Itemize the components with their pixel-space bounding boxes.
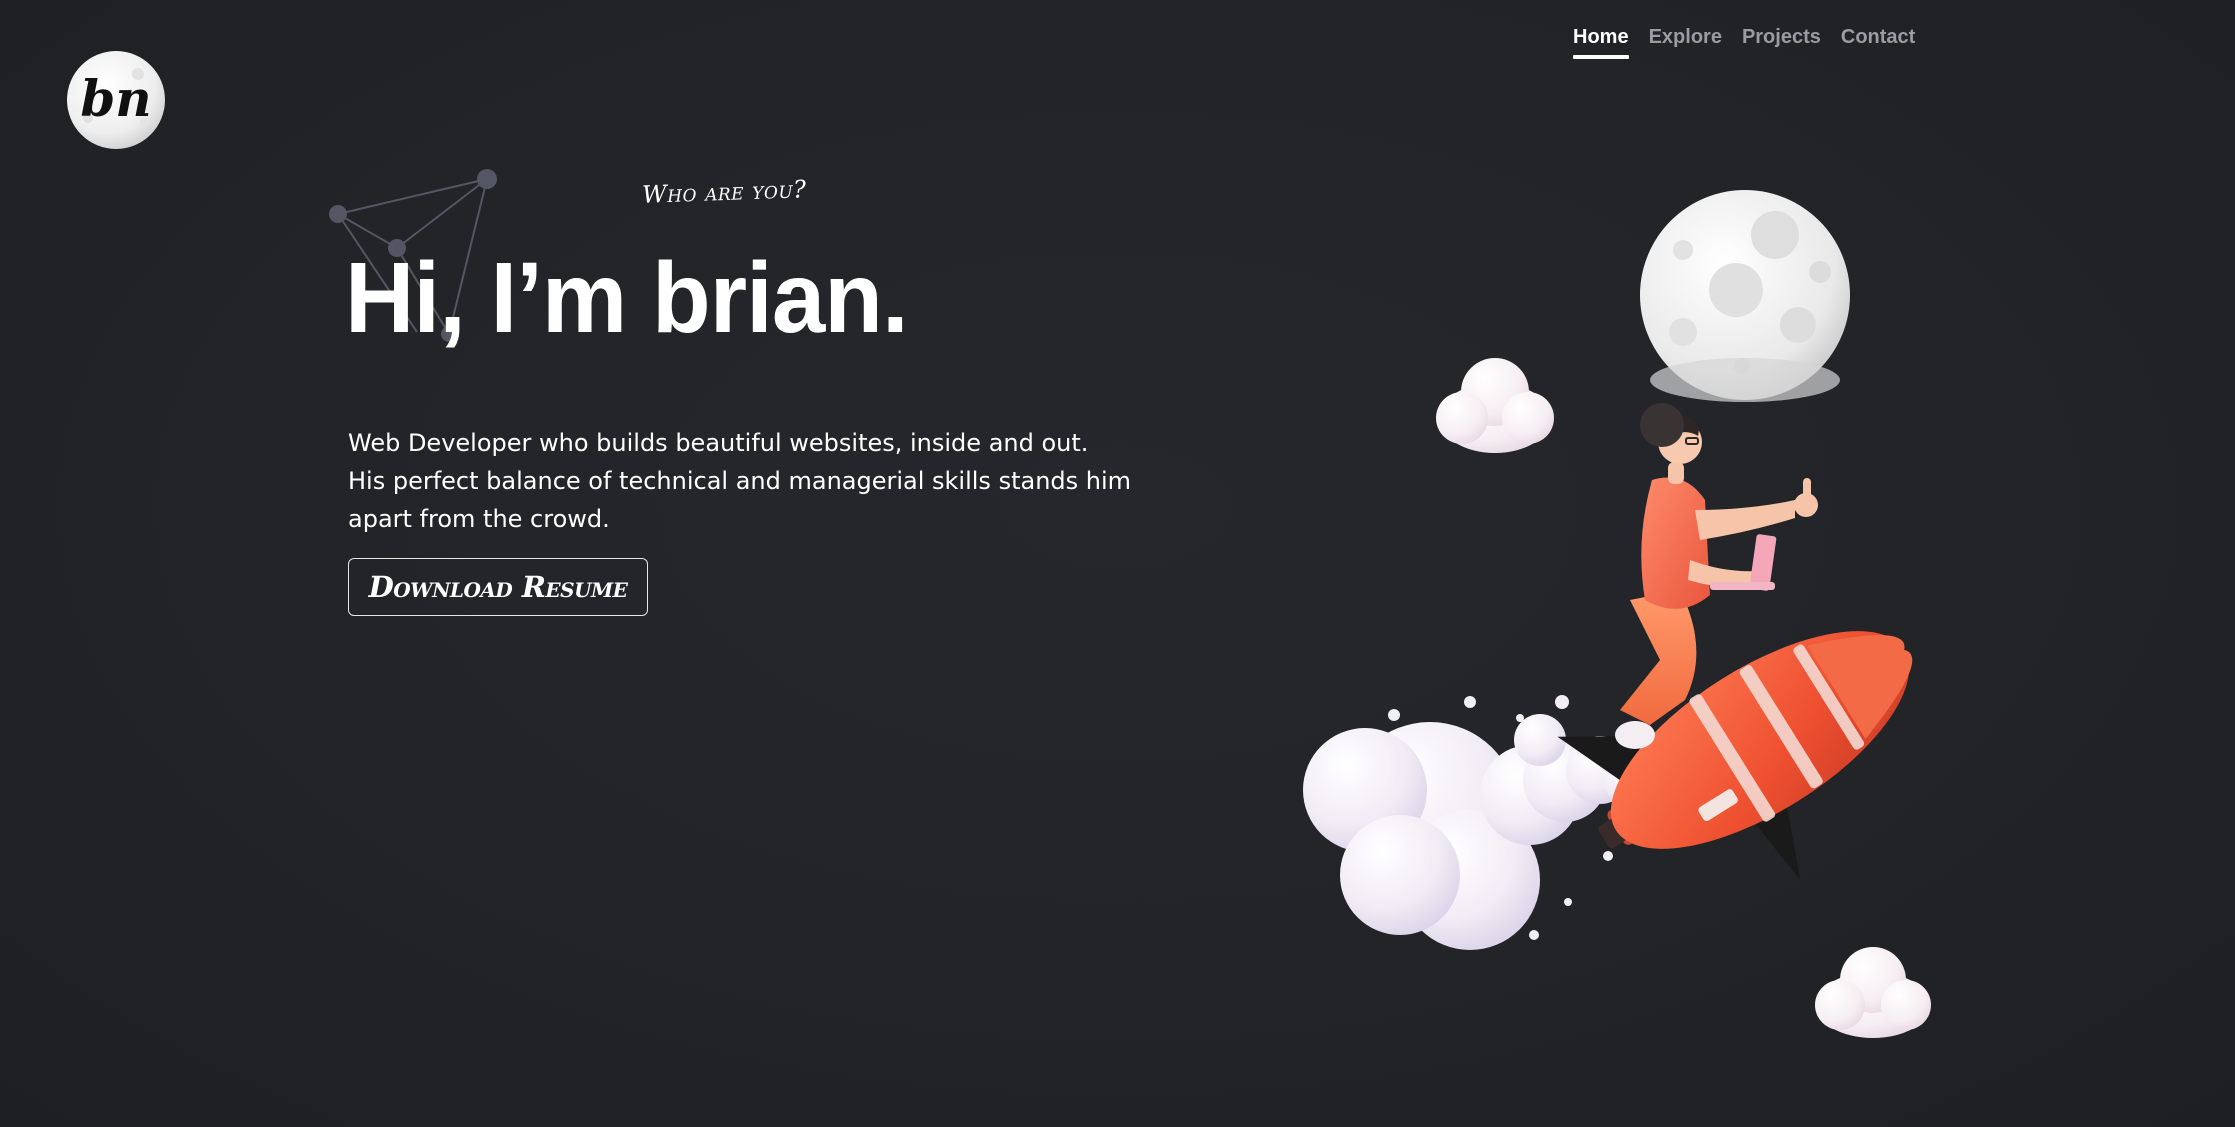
site-logo[interactable]: bn [66,50,166,150]
hero-headline: Hi, I’m brian. [345,242,909,354]
hero-bio: Web Developer who builds beautiful websi… [348,424,1132,538]
nav-item-contact[interactable]: Contact [1841,26,1915,59]
logo-text: bn [80,69,151,128]
nav-item-explore[interactable]: Explore [1649,26,1722,59]
moon-icon [1640,190,1850,402]
download-resume-button[interactable]: Download Resume [348,558,648,616]
cloud-icon [1436,358,1554,453]
cloud-icon [1815,947,1931,1038]
nav-item-home[interactable]: Home [1573,26,1629,59]
main-nav: Home Explore Projects Contact [1573,26,1935,59]
nav-item-projects[interactable]: Projects [1742,26,1821,59]
rocket-rider-illustration [1303,190,1931,1038]
bio-line: Web Developer who builds beautiful websi… [348,429,1089,457]
rocket-icon [1557,631,1913,880]
bio-line: apart from the crowd. [348,505,610,533]
bio-line: His perfect balance of technical and man… [348,467,1132,495]
moon-logo-icon: bn [67,51,165,149]
hero-eyebrow: Who are you? [641,175,807,209]
